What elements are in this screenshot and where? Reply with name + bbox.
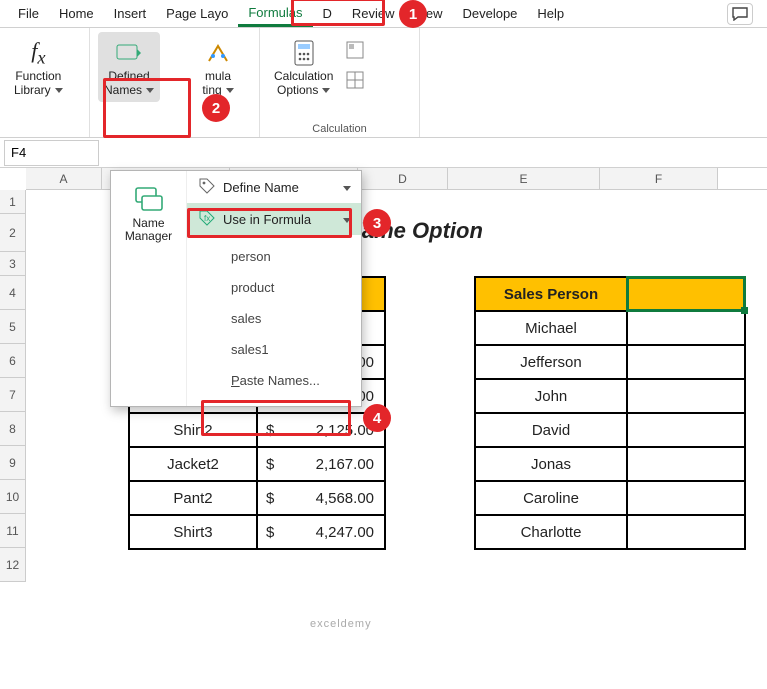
table-cell[interactable]: David bbox=[475, 413, 627, 447]
row-6[interactable]: 6 bbox=[0, 344, 26, 378]
name-box[interactable] bbox=[4, 140, 99, 166]
table-cell[interactable]: Jacket2 bbox=[129, 447, 257, 481]
table-cell[interactable]: Shirt3 bbox=[129, 515, 257, 549]
watermark: exceldemy bbox=[310, 618, 372, 630]
row-10[interactable]: 10 bbox=[0, 480, 26, 514]
names-list: person product sales sales1 PPaste Names… bbox=[187, 235, 361, 406]
table-cell[interactable]: Charlotte bbox=[475, 515, 627, 549]
table-cell[interactable]: John bbox=[475, 379, 627, 413]
formula-tag-icon: fx bbox=[197, 210, 217, 229]
salesperson-header: Sales Person bbox=[475, 277, 627, 311]
paste-names-item[interactable]: PPaste Names...aste Names... bbox=[187, 365, 361, 396]
table-cell[interactable] bbox=[627, 413, 745, 447]
fx-icon: fx bbox=[31, 36, 45, 70]
row-11[interactable]: 11 bbox=[0, 514, 26, 548]
callout-num-4: 4 bbox=[363, 404, 391, 432]
tab-review[interactable]: Review bbox=[342, 2, 405, 25]
row-headers: 1 2 3 4 5 6 7 8 9 10 11 12 bbox=[0, 190, 26, 582]
name-item-person[interactable]: person bbox=[187, 241, 361, 272]
use-in-formula-item[interactable]: fx Use in Formula bbox=[187, 203, 361, 235]
name-tag-icon bbox=[116, 36, 142, 70]
callout-num-2: 2 bbox=[202, 94, 230, 122]
callout-num-1: 1 bbox=[399, 0, 427, 28]
svg-text:fx: fx bbox=[204, 214, 210, 223]
row-1[interactable]: 1 bbox=[0, 190, 26, 214]
table-cell[interactable] bbox=[627, 311, 745, 345]
col-A[interactable]: A bbox=[26, 168, 102, 189]
row-12[interactable]: 12 bbox=[0, 548, 26, 582]
table-cell[interactable]: Jefferson bbox=[475, 345, 627, 379]
function-library-button[interactable]: fx Function Library bbox=[8, 32, 69, 102]
calculation-group-label: Calculation bbox=[268, 121, 411, 135]
name-manager-button[interactable]: Name Manager bbox=[111, 171, 187, 406]
table-cell[interactable]: Shirt2 bbox=[129, 413, 257, 447]
tab-data[interactable]: D bbox=[313, 2, 342, 25]
tab-file[interactable]: File bbox=[8, 2, 49, 25]
row-7[interactable]: 7 bbox=[0, 378, 26, 412]
auditing-icon bbox=[206, 36, 230, 70]
row-2[interactable]: 2 bbox=[0, 214, 26, 252]
tab-help[interactable]: Help bbox=[527, 2, 574, 25]
table-cell[interactable]: Jonas bbox=[475, 447, 627, 481]
row-8[interactable]: 8 bbox=[0, 412, 26, 446]
callout-num-3: 3 bbox=[363, 209, 391, 237]
table-cell[interactable] bbox=[627, 345, 745, 379]
table-cell[interactable] bbox=[627, 447, 745, 481]
defined-names-button[interactable]: Defined Names bbox=[98, 32, 160, 102]
table-cell[interactable] bbox=[627, 481, 745, 515]
table-cell[interactable]: Caroline bbox=[475, 481, 627, 515]
table-cell[interactable]: Michael bbox=[475, 311, 627, 345]
table-cell[interactable]: $4,568.00 bbox=[257, 481, 385, 515]
ribbon-tabs: File Home Insert Page Layo Formulas D Re… bbox=[0, 0, 767, 28]
calculator-icon bbox=[293, 36, 315, 70]
name-item-sales[interactable]: sales bbox=[187, 303, 361, 334]
row-4[interactable]: 4 bbox=[0, 276, 26, 310]
row-5[interactable]: 5 bbox=[0, 310, 26, 344]
salesperson-table: Sales Person Michael Jefferson John Davi… bbox=[474, 276, 746, 550]
row-3[interactable]: 3 bbox=[0, 252, 26, 276]
table-cell[interactable] bbox=[627, 379, 745, 413]
tag-icon bbox=[197, 178, 217, 197]
formula-auditing-button[interactable]: mula ting bbox=[188, 32, 248, 102]
row-9[interactable]: 9 bbox=[0, 446, 26, 480]
tab-formulas[interactable]: Formulas bbox=[238, 1, 312, 27]
table-cell[interactable]: $4,247.00 bbox=[257, 515, 385, 549]
name-manager-icon bbox=[134, 181, 164, 217]
table-cell[interactable] bbox=[627, 515, 745, 549]
col-F[interactable]: F bbox=[600, 168, 718, 189]
ribbon: fx Function Library Defined Names mula t… bbox=[0, 28, 767, 138]
define-name-item[interactable]: Define Name bbox=[187, 171, 361, 203]
table-cell[interactable]: Pant2 bbox=[129, 481, 257, 515]
name-item-product[interactable]: product bbox=[187, 272, 361, 303]
defined-names-dropdown: Name Manager Define Name fx Use in Formu… bbox=[110, 170, 362, 407]
selected-cell-F4[interactable] bbox=[627, 277, 745, 311]
tab-pagelayout[interactable]: Page Layo bbox=[156, 2, 238, 25]
formula-bar bbox=[0, 138, 767, 168]
calculate-now-icon[interactable] bbox=[343, 38, 367, 62]
tab-insert[interactable]: Insert bbox=[104, 2, 157, 25]
tab-developer[interactable]: Develope bbox=[452, 2, 527, 25]
name-item-sales1[interactable]: sales1 bbox=[187, 334, 361, 365]
tab-home[interactable]: Home bbox=[49, 2, 104, 25]
calculation-options-button[interactable]: Calculation Options bbox=[268, 32, 339, 102]
comments-button[interactable] bbox=[727, 3, 753, 25]
calculate-sheet-icon[interactable] bbox=[343, 68, 367, 92]
table-cell[interactable]: $2,167.00 bbox=[257, 447, 385, 481]
col-E[interactable]: E bbox=[448, 168, 600, 189]
col-D[interactable]: D bbox=[358, 168, 448, 189]
